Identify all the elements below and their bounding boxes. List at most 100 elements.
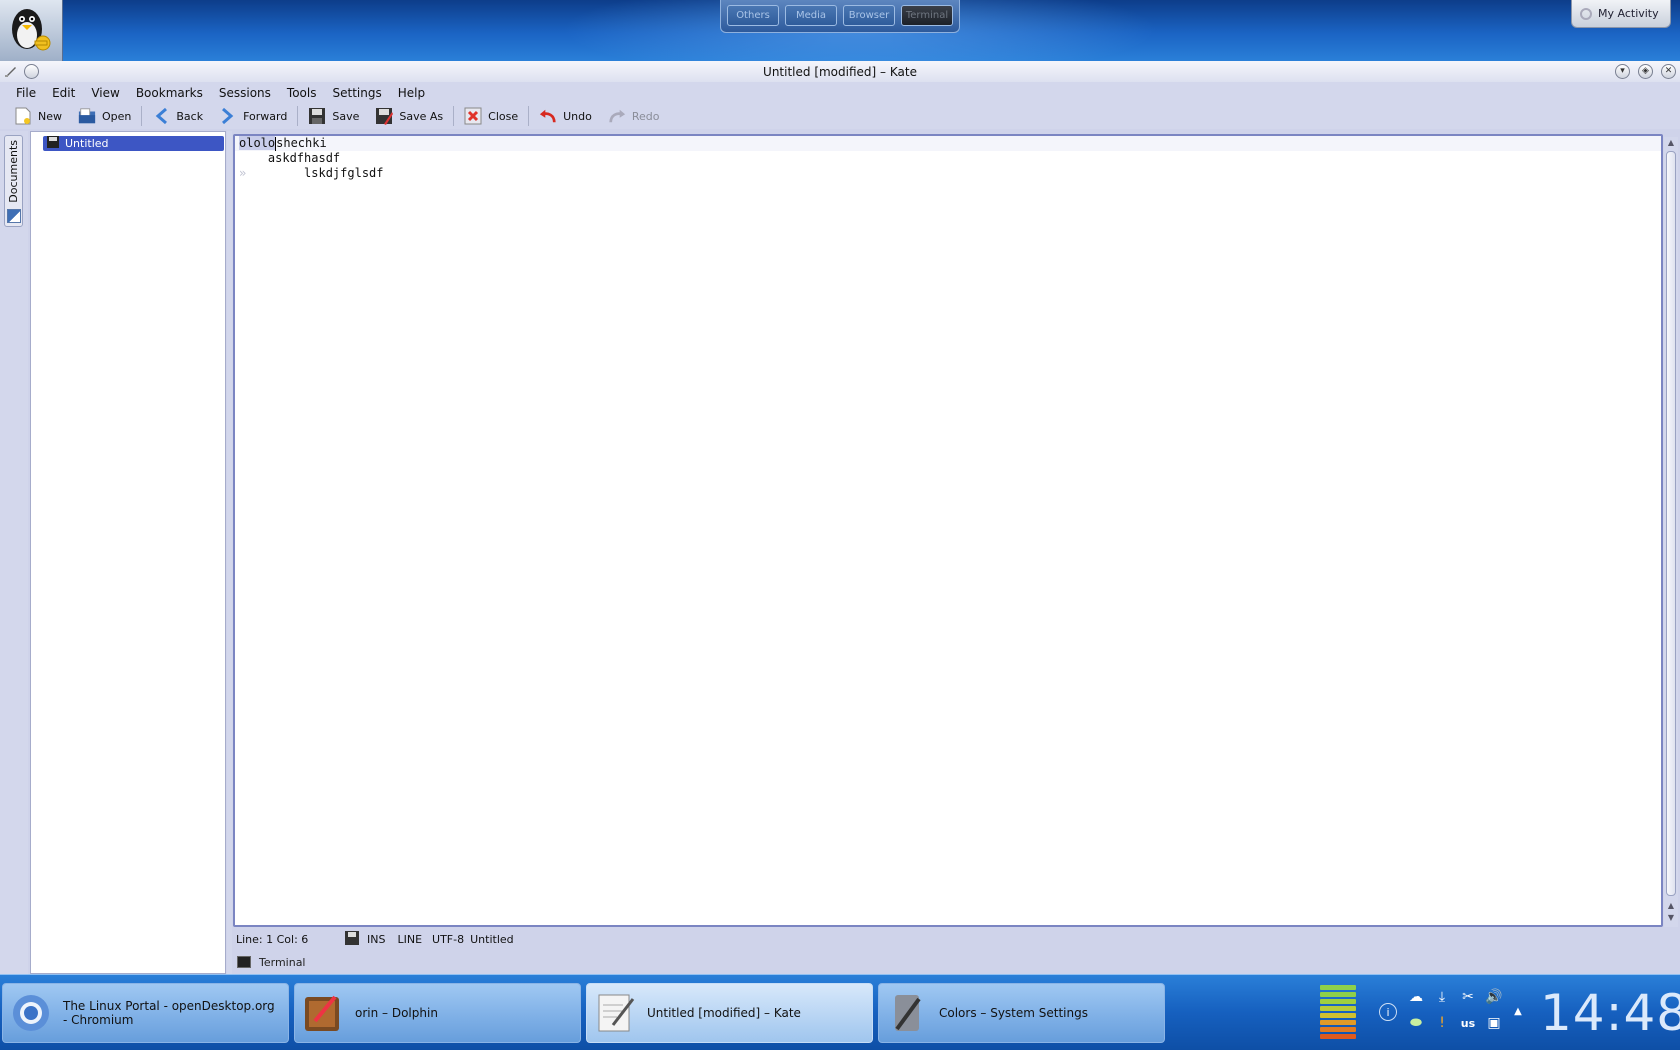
cursor-position: Line: 1 Col: 6: [236, 932, 309, 946]
chromium-icon: [9, 991, 53, 1035]
save-disk-icon: [47, 136, 59, 151]
tux-user-icon[interactable]: [0, 0, 63, 61]
activity-others[interactable]: Others: [727, 5, 779, 26]
toolbar-separator: [297, 106, 299, 126]
window-titlebar[interactable]: Untitled [modified] – Kate ▾ ◈ ✕: [0, 61, 1680, 82]
open-label: Open: [102, 109, 132, 123]
forward-arrow-icon: [219, 107, 237, 125]
menu-help[interactable]: Help: [390, 86, 433, 100]
encoding[interactable]: UTF-8: [432, 933, 464, 946]
selected-text: ololo: [239, 136, 276, 150]
digital-clock[interactable]: 14:48: [1540, 981, 1680, 1045]
maximize-button[interactable]: ◈: [1638, 64, 1653, 79]
cashew-icon: [1580, 7, 1592, 20]
document-name: Untitled: [65, 137, 109, 150]
close-document-icon: [464, 107, 482, 125]
undo-label: Undo: [563, 109, 592, 123]
minimize-button[interactable]: ▾: [1615, 64, 1630, 79]
save-as-button[interactable]: Save As: [367, 104, 451, 128]
info-icon[interactable]: i: [1379, 1003, 1397, 1021]
volume-icon[interactable]: 🔊: [1484, 987, 1504, 1007]
open-button[interactable]: Open: [70, 104, 139, 128]
status-document-name: Untitled: [470, 932, 514, 946]
menu-tools[interactable]: Tools: [279, 86, 325, 100]
new-document-icon: [14, 107, 32, 125]
save-as-disk-icon: [375, 107, 394, 125]
document-list-item[interactable]: Untitled: [43, 136, 224, 151]
documents-tab[interactable]: Documents: [4, 135, 23, 227]
activity-terminal[interactable]: Terminal: [901, 5, 953, 26]
task-label: orin – Dolphin: [355, 1006, 438, 1020]
documents-panel: Untitled: [30, 131, 226, 974]
task-system-settings[interactable]: Colors – System Settings: [878, 983, 1165, 1043]
current-line-highlight: [235, 136, 1661, 151]
redo-icon: [608, 107, 626, 125]
forward-label: Forward: [243, 109, 288, 123]
device-notifier-icon[interactable]: ▣: [1484, 1013, 1504, 1033]
scroll-thumb[interactable]: [1666, 151, 1676, 896]
insert-mode[interactable]: INS: [367, 933, 385, 946]
toolbar-separator: [528, 106, 530, 126]
modified-disk-icon: [345, 930, 359, 948]
keep-above-icon[interactable]: [24, 64, 39, 79]
documents-icon: [6, 208, 21, 223]
system-settings-icon: [885, 991, 929, 1035]
redo-button[interactable]: Redo: [600, 104, 668, 128]
menu-bookmarks[interactable]: Bookmarks: [128, 86, 211, 100]
activity-switcher: Others Media Browser Terminal: [720, 0, 960, 33]
text-editor[interactable]: ololoshechki askdfhasdf » lskdjfglsdf: [233, 134, 1663, 927]
undo-button[interactable]: Undo: [531, 104, 600, 128]
kate-app-icon[interactable]: [4, 64, 18, 78]
editor-line-3: » lskdjfglsdf: [239, 166, 384, 181]
menu-edit[interactable]: Edit: [44, 86, 83, 100]
documents-tab-label: Documents: [7, 140, 20, 203]
back-label: Back: [176, 109, 204, 123]
download-icon[interactable]: ⤓: [1432, 987, 1452, 1007]
editor-line-1: ololoshechki: [239, 136, 327, 151]
panel-splitter[interactable]: [227, 131, 232, 974]
activity-media[interactable]: Media: [785, 5, 837, 26]
task-dolphin[interactable]: orin – Dolphin: [294, 983, 581, 1043]
menu-file[interactable]: File: [8, 86, 44, 100]
undo-icon: [539, 107, 557, 125]
scroll-up-icon[interactable]: ▲: [1666, 138, 1676, 148]
close-window-button[interactable]: ✕: [1661, 64, 1676, 79]
task-label: Colors – System Settings: [939, 1006, 1088, 1020]
back-button[interactable]: Back: [144, 104, 211, 128]
warning-icon[interactable]: !: [1432, 1013, 1452, 1033]
battery-meter[interactable]: [1320, 985, 1356, 1043]
menu-sessions[interactable]: Sessions: [211, 86, 279, 100]
forward-button[interactable]: Forward: [211, 104, 295, 128]
save-button[interactable]: Save: [300, 104, 367, 128]
menu-view[interactable]: View: [83, 86, 127, 100]
window-title: Untitled [modified] – Kate: [763, 64, 917, 79]
left-sidebar-strip: Documents: [0, 131, 28, 974]
new-button[interactable]: New: [6, 104, 70, 128]
task-chromium[interactable]: The Linux Portal - openDesktop.org - Chr…: [2, 983, 289, 1043]
desktop-top-area: Others Media Browser Terminal My Activit…: [0, 0, 1680, 61]
terminal-toolview-button[interactable]: Terminal: [233, 952, 353, 972]
close-button[interactable]: Close: [456, 104, 526, 128]
editor-scrollbar[interactable]: ▲ ▲ ▼: [1664, 137, 1678, 927]
task-kate[interactable]: Untitled [modified] – Kate: [586, 983, 873, 1043]
my-activity-button[interactable]: My Activity: [1571, 0, 1671, 28]
kate-icon: [593, 991, 637, 1035]
dolphin-icon: [301, 991, 345, 1035]
back-arrow-icon: [152, 107, 170, 125]
redo-label: Redo: [631, 109, 660, 123]
scroll-down-icon[interactable]: ▼: [1666, 913, 1676, 923]
line-text: shechki: [276, 136, 327, 150]
task-label: The Linux Portal - openDesktop.org - Chr…: [63, 999, 275, 1027]
save-disk-icon: [308, 107, 326, 125]
selection-mode[interactable]: LINE: [397, 933, 422, 946]
activity-browser[interactable]: Browser: [843, 5, 895, 26]
toolbar-separator: [453, 106, 455, 126]
menu-settings[interactable]: Settings: [324, 86, 389, 100]
scroll-up-icon[interactable]: ▲: [1666, 901, 1676, 911]
notes-icon[interactable]: ⬬: [1406, 1013, 1426, 1033]
klipper-scissors-icon[interactable]: ✂: [1458, 987, 1478, 1007]
tray-expand-icon[interactable]: ▲: [1508, 1001, 1528, 1021]
keyboard-layout[interactable]: us: [1458, 1013, 1478, 1033]
weather-icon[interactable]: ☁: [1406, 987, 1426, 1007]
new-label: New: [38, 109, 62, 123]
